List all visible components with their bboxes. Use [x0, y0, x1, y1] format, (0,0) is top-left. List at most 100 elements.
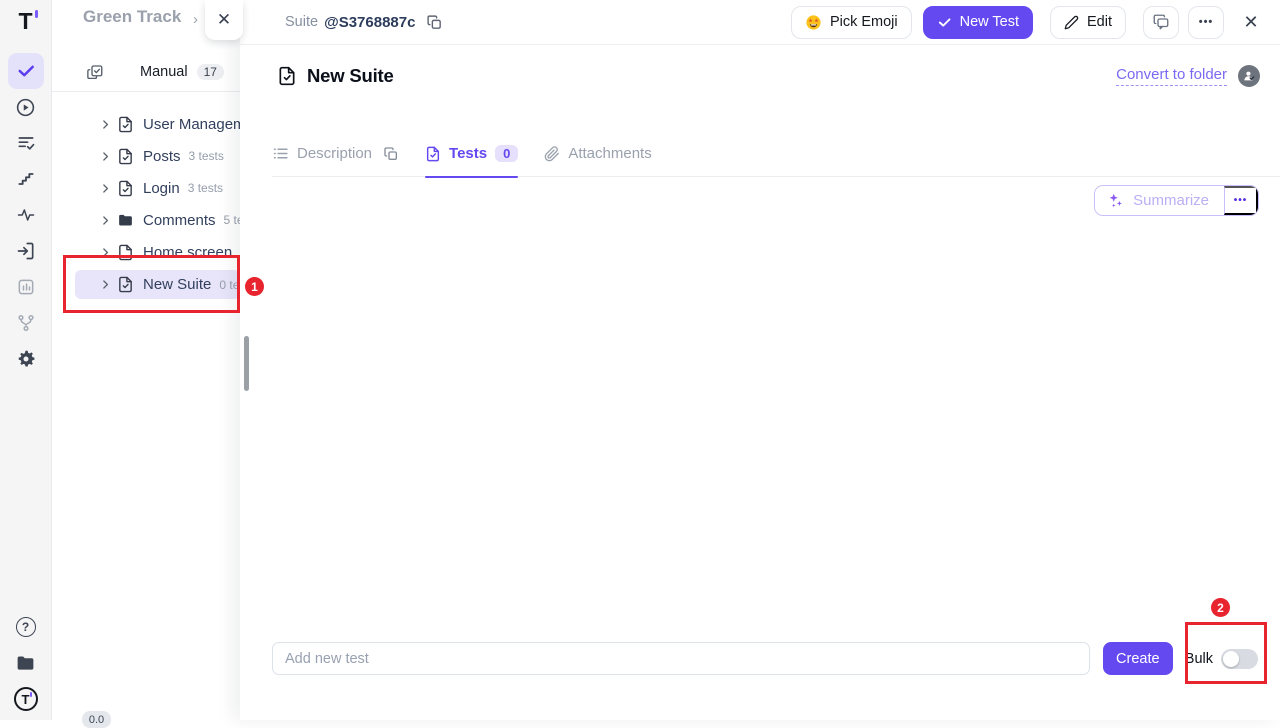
- rail-item-analytics[interactable]: [8, 269, 44, 305]
- rail-item-projects[interactable]: [8, 645, 44, 681]
- tree-row-label: Login: [143, 180, 180, 197]
- summarize-button[interactable]: Summarize: [1095, 186, 1224, 215]
- tree-row-comments[interactable]: Comments 5 tests: [52, 204, 240, 236]
- tab-attachments[interactable]: Attachments: [544, 131, 651, 177]
- tab-attachments-label: Attachments: [568, 145, 651, 162]
- app-rail: T ? T: [0, 0, 52, 720]
- edit-label: Edit: [1087, 14, 1112, 30]
- branch-icon: [16, 313, 36, 333]
- file-icon: [117, 244, 134, 261]
- tree-row-label: New Suite: [143, 276, 211, 293]
- tab-tests[interactable]: Tests 0: [425, 131, 518, 177]
- suites-tree: User Management Posts 3 tests Login 3 te…: [52, 108, 240, 299]
- file-check-icon: [117, 116, 134, 133]
- tree-row-label: Posts: [143, 148, 181, 165]
- paperclip-icon: [544, 146, 560, 162]
- copy-icon: [383, 146, 399, 162]
- summarize-group: Summarize •••: [1094, 185, 1259, 216]
- chevron-right-icon[interactable]: [99, 214, 112, 227]
- file-check-icon: [425, 146, 441, 162]
- chat-icon: [1152, 13, 1170, 31]
- copy-check-icon: [86, 63, 104, 81]
- more-actions-button[interactable]: •••: [1188, 6, 1224, 39]
- copy-description-button[interactable]: [383, 146, 399, 162]
- new-test-label: New Test: [960, 14, 1019, 30]
- check-icon: [937, 15, 952, 30]
- rail-item-runs[interactable]: [8, 89, 44, 125]
- tree-row-new-suite[interactable]: New Suite 0 tests: [75, 270, 240, 299]
- description-list-icon: [272, 145, 289, 162]
- chevron-right-icon[interactable]: [99, 182, 112, 195]
- rail-item-pulse[interactable]: [8, 197, 44, 233]
- analytics-icon: [16, 277, 36, 297]
- tree-row-label: Comments: [143, 212, 216, 229]
- multi-select-button[interactable]: [86, 63, 104, 81]
- tree-row-login[interactable]: Login 3 tests: [52, 172, 240, 204]
- person-check-icon: [1242, 69, 1256, 83]
- tree-row-user-management[interactable]: User Management: [52, 108, 240, 140]
- panel-divider: [52, 91, 240, 92]
- toggle-knob: [1223, 651, 1239, 667]
- rail-item-settings[interactable]: [8, 341, 44, 377]
- profile-icon: T: [14, 687, 38, 711]
- rail-item-help[interactable]: ?: [8, 609, 44, 645]
- copy-icon: [426, 14, 443, 31]
- chevron-right-icon[interactable]: [99, 278, 112, 291]
- app-logo[interactable]: T: [8, 3, 44, 39]
- tests-count-badge: 0: [495, 145, 518, 162]
- annotation-badge-2: 2: [1211, 598, 1230, 617]
- project-title[interactable]: Green Track: [83, 7, 181, 27]
- help-icon: ?: [16, 617, 36, 637]
- rail-item-tests[interactable]: [8, 53, 44, 89]
- steps-icon: [16, 169, 36, 189]
- tree-row-label: Home screen: [143, 244, 232, 261]
- folder-icon: [117, 212, 134, 229]
- file-check-icon: [117, 180, 134, 197]
- panel-close-button[interactable]: ✕: [205, 0, 243, 40]
- suite-header: Suite @S3768887c Pick Emoji New Test Edi…: [240, 0, 1280, 45]
- settings-gear-icon: [16, 349, 36, 369]
- edit-button[interactable]: Edit: [1050, 6, 1126, 39]
- rail-item-import[interactable]: [8, 233, 44, 269]
- copy-suite-id-button[interactable]: [426, 14, 443, 31]
- comments-button[interactable]: [1143, 6, 1179, 39]
- convert-to-folder-link[interactable]: Convert to folder: [1116, 66, 1227, 86]
- rail-item-profile[interactable]: T: [8, 681, 44, 717]
- suite-detail-panel: Suite @S3768887c Pick Emoji New Test Edi…: [240, 0, 1280, 720]
- import-icon: [16, 241, 36, 261]
- summarize-more-button[interactable]: •••: [1224, 186, 1258, 215]
- bulk-toggle[interactable]: [1221, 649, 1258, 669]
- pick-emoji-button[interactable]: Pick Emoji: [791, 6, 912, 39]
- sparkles-icon: [1107, 192, 1124, 209]
- chevron-right-icon[interactable]: [99, 118, 112, 131]
- rail-item-branches[interactable]: [8, 305, 44, 341]
- manual-count-badge: 17: [197, 64, 224, 80]
- panel-resize-handle[interactable]: [244, 336, 249, 391]
- tab-manual[interactable]: Manual: [140, 64, 188, 80]
- file-check-icon: [277, 66, 297, 86]
- suites-tree-panel: Green Track › Manual 17 Automated User M…: [52, 0, 240, 720]
- rail-item-results[interactable]: [8, 125, 44, 161]
- ellipsis-icon: •••: [1199, 16, 1214, 28]
- tree-row-home-screen[interactable]: Home screen 3 tests: [52, 236, 240, 268]
- tab-description[interactable]: Description: [272, 131, 399, 177]
- create-button[interactable]: Create: [1103, 642, 1173, 675]
- close-suite-button[interactable]: ✕: [1238, 7, 1264, 37]
- tree-row-count: 3 tests: [188, 181, 223, 195]
- pulse-icon: [16, 205, 36, 225]
- suite-id: @S3768887c: [324, 14, 415, 31]
- check-icon: [16, 61, 36, 81]
- add-new-test-input[interactable]: [272, 642, 1090, 675]
- star-struck-emoji: [805, 14, 822, 31]
- pick-emoji-label: Pick Emoji: [830, 14, 898, 30]
- assignee-avatar[interactable]: [1238, 65, 1260, 87]
- pencil-icon: [1064, 15, 1079, 30]
- rail-item-steps[interactable]: [8, 161, 44, 197]
- chevron-right-icon[interactable]: [99, 246, 112, 259]
- logo-t-icon: T: [18, 10, 32, 33]
- summarize-label: Summarize: [1133, 192, 1209, 209]
- tree-row-posts[interactable]: Posts 3 tests: [52, 140, 240, 172]
- new-test-button[interactable]: New Test: [923, 6, 1033, 39]
- chevron-right-icon[interactable]: [99, 150, 112, 163]
- file-check-icon: [117, 148, 134, 165]
